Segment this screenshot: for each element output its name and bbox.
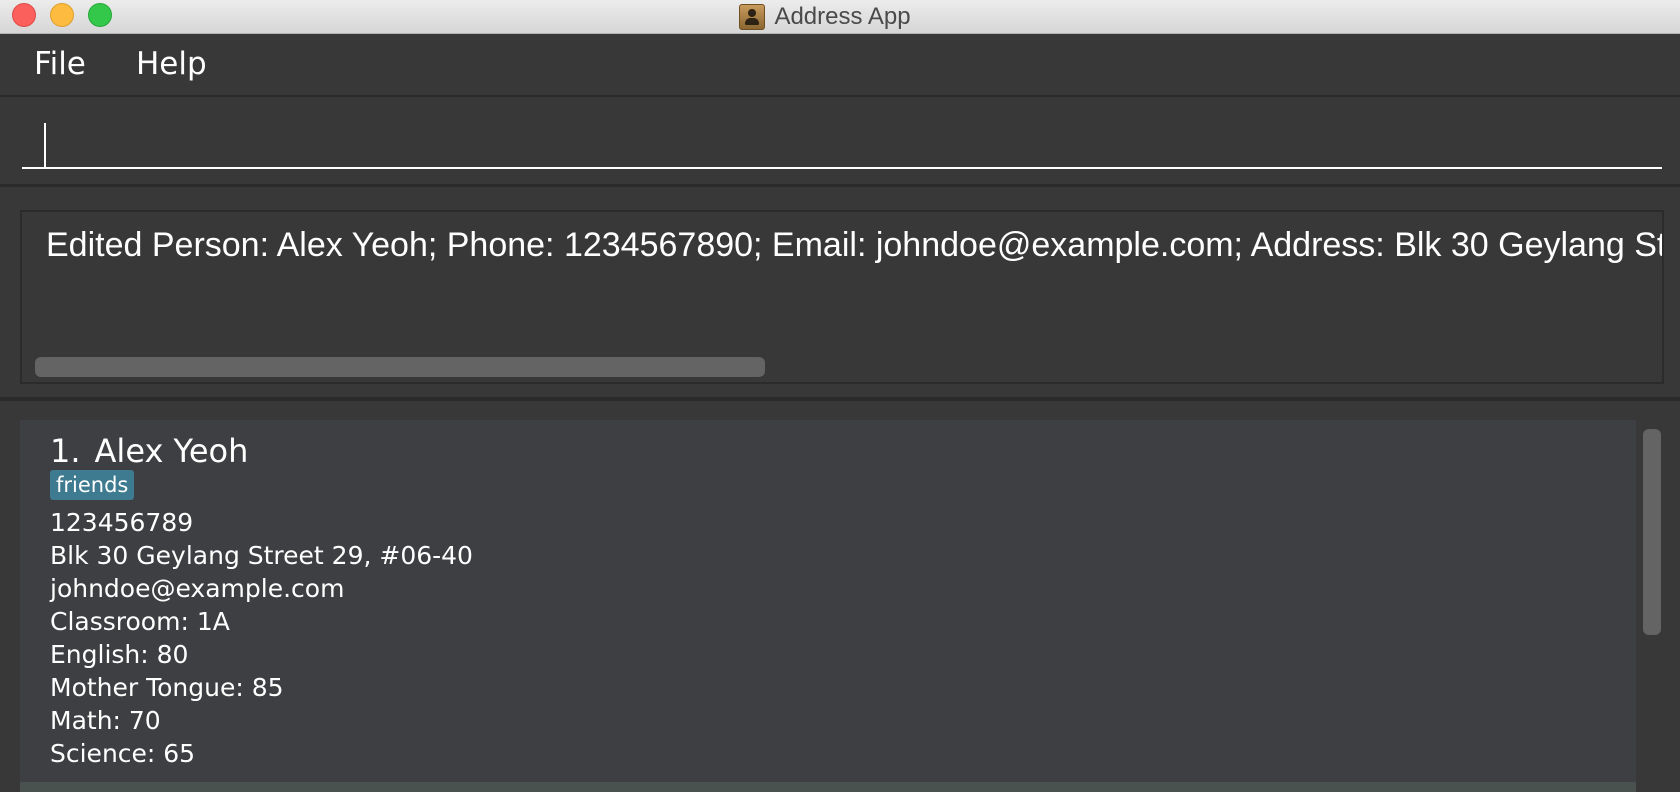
person-email: johndoe@example.com bbox=[50, 574, 345, 603]
result-horizontal-scrollbar[interactable] bbox=[35, 357, 765, 377]
command-box bbox=[0, 97, 1680, 187]
text-caret bbox=[44, 123, 46, 167]
menu-bar: File Help bbox=[0, 34, 1680, 97]
address-book-icon bbox=[739, 3, 766, 30]
person-mother-tongue-score: Mother Tongue: 85 bbox=[50, 673, 284, 702]
window-title-group: Address App bbox=[0, 0, 1680, 33]
person-card[interactable]: 1. Alex Yeoh friends 123456789 Blk 30 Gey… bbox=[20, 420, 1636, 792]
person-math-score: Math: 70 bbox=[50, 706, 161, 735]
person-classroom: Classroom: 1A bbox=[50, 607, 230, 636]
person-list: 1. Alex Yeoh friends 123456789 Blk 30 Gey… bbox=[0, 401, 1680, 792]
result-message: Edited Person: Alex Yeoh; Phone: 1234567… bbox=[46, 226, 1662, 264]
result-display-panel: Edited Person: Alex Yeoh; Phone: 1234567… bbox=[0, 187, 1680, 397]
next-card-edge bbox=[20, 782, 1636, 792]
list-vertical-scrollbar[interactable] bbox=[1643, 429, 1661, 635]
person-index: 1. bbox=[50, 432, 81, 470]
result-display: Edited Person: Alex Yeoh; Phone: 1234567… bbox=[20, 210, 1664, 384]
window-title: Address App bbox=[774, 2, 911, 30]
tag-badge: friends bbox=[50, 470, 135, 500]
person-name: Alex Yeoh bbox=[94, 432, 249, 470]
person-phone: 123456789 bbox=[50, 508, 194, 537]
menu-help[interactable]: Help bbox=[136, 46, 207, 82]
menu-file[interactable]: File bbox=[34, 46, 86, 82]
command-input[interactable] bbox=[22, 109, 1662, 169]
person-science-score: Science: 65 bbox=[50, 739, 196, 768]
person-english-score: English: 80 bbox=[50, 640, 189, 669]
window-titlebar: Address App bbox=[0, 0, 1680, 34]
person-name-line: 1. Alex Yeoh bbox=[50, 432, 248, 470]
person-address: Blk 30 Geylang Street 29, #06-40 bbox=[50, 541, 473, 570]
